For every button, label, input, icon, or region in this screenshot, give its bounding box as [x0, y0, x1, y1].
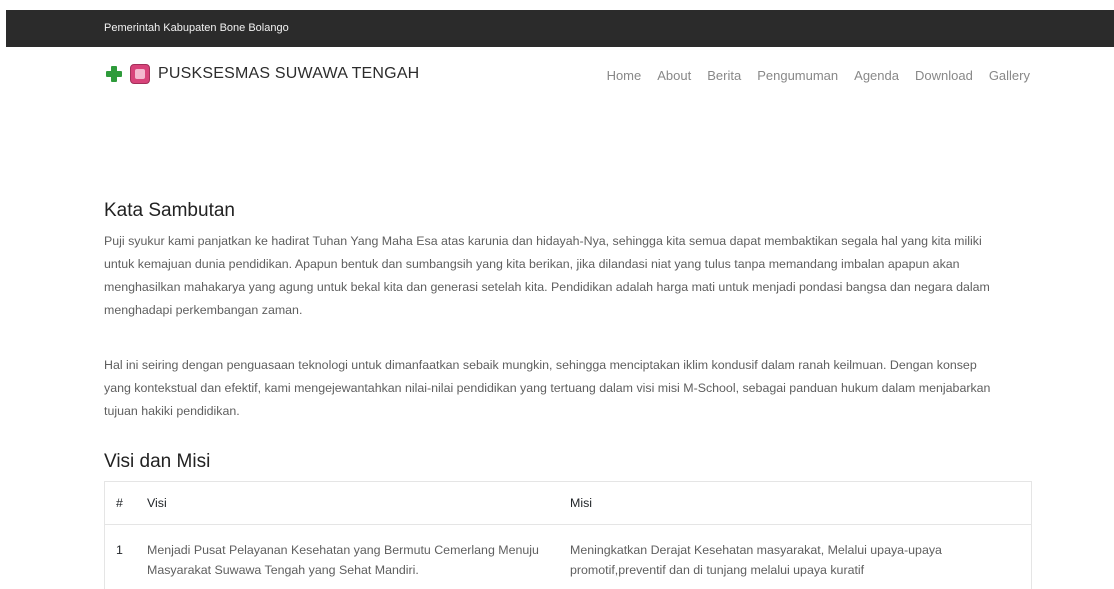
nav-berita[interactable]: Berita — [707, 68, 741, 83]
header-visi: Visi — [147, 496, 167, 510]
top-bar: Pemerintah Kabupaten Bone Bolango — [6, 10, 1114, 47]
main-nav: Home About Berita Pengumuman Agenda Down… — [607, 68, 1030, 83]
row-visi: Menjadi Pusat Pelayanan Kesehatan yang B… — [147, 543, 539, 577]
brand-name: PUSKSESMAS SUWAWA TENGAH — [158, 65, 420, 82]
welcome-paragraph-2: Hal ini seiring dengan penguasaan teknol… — [104, 358, 991, 418]
nav-download[interactable]: Download — [915, 68, 973, 83]
visi-misi-heading: Visi dan Misi — [104, 451, 211, 472]
nav-pengumuman[interactable]: Pengumuman — [757, 68, 838, 83]
row-misi: Meningkatkan Derajat Kesehatan masyaraka… — [570, 543, 942, 577]
nav-home[interactable]: Home — [607, 68, 642, 83]
header-number: # — [116, 496, 123, 510]
welcome-paragraph-1: Puji syukur kami panjatkan ke hadirat Tu… — [104, 234, 990, 317]
nav-gallery[interactable]: Gallery — [989, 68, 1030, 83]
regency-emblem-icon — [130, 64, 150, 84]
welcome-heading: Kata Sambutan — [104, 200, 235, 221]
table-row: 1 Menjadi Pusat Pelayanan Kesehatan yang… — [105, 525, 1031, 589]
nav-agenda[interactable]: Agenda — [854, 68, 899, 83]
government-label: Pemerintah Kabupaten Bone Bolango — [104, 22, 289, 34]
table-header-row: # Visi Misi — [105, 482, 1031, 525]
header-misi: Misi — [570, 496, 593, 510]
brand[interactable]: PUSKSESMAS SUWAWA TENGAH — [104, 62, 419, 86]
health-cross-icon — [104, 64, 124, 84]
nav-about[interactable]: About — [657, 68, 691, 83]
visi-misi-table: # Visi Misi 1 Menjadi Pusat Pelayanan Ke… — [104, 481, 1032, 589]
row-number: 1 — [116, 543, 123, 557]
